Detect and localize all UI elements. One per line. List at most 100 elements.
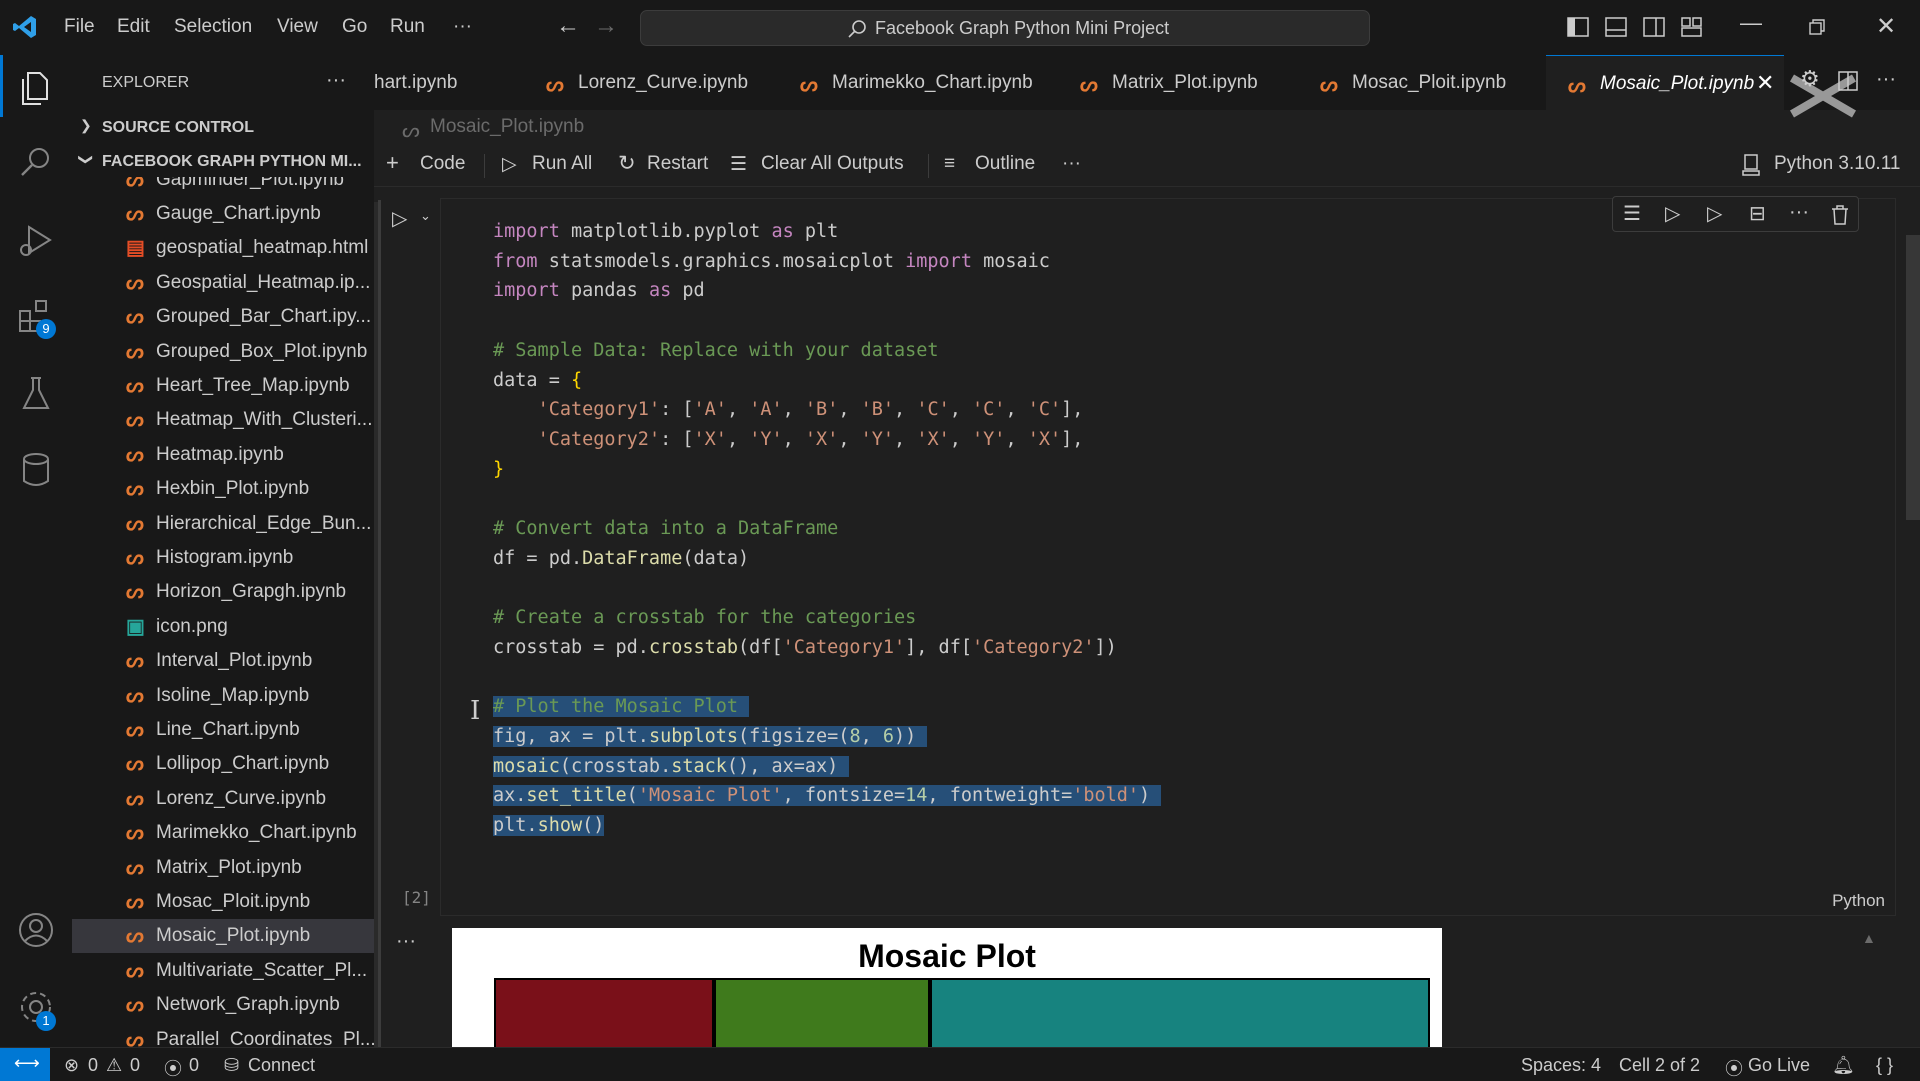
file-item[interactable]: ᔕ Heatmap_With_Clusteri... bbox=[72, 403, 374, 437]
code-editor[interactable]: import matplotlib.pyplot as plt from sta… bbox=[493, 217, 1162, 841]
project-folder-section[interactable]: FACEBOOK GRAPH PYTHON MI... bbox=[102, 153, 362, 171]
file-item[interactable]: ᔕ Grouped_Box_Plot.ipynb bbox=[72, 335, 374, 369]
back-arrow-icon[interactable]: ← bbox=[556, 12, 580, 40]
chevron-right-icon[interactable]: ❯ bbox=[80, 117, 92, 134]
split-editor-icon[interactable] bbox=[1838, 71, 1858, 91]
execute-above-icon[interactable]: ▷ bbox=[1665, 201, 1680, 226]
editor-tab[interactable]: ᔕ Matrix_Plot.ipynb bbox=[1058, 55, 1298, 110]
file-item[interactable]: ᔕ Marimekko_Chart.ipynb bbox=[72, 816, 374, 850]
editor-scrollbar[interactable] bbox=[1906, 235, 1920, 520]
cell-more-icon[interactable]: ··· bbox=[1789, 201, 1809, 224]
chevron-down-icon[interactable]: ❯ bbox=[77, 154, 94, 166]
search-icon[interactable] bbox=[14, 140, 58, 184]
feedback-icon[interactable]: { } bbox=[1876, 1055, 1893, 1076]
file-item[interactable]: ᔕ Network_Graph.ipynb bbox=[72, 988, 374, 1022]
file-item[interactable]: ᔕ Grouped_Bar_Chart.ipy... bbox=[72, 300, 374, 334]
file-item[interactable]: ᔕ Multivariate_Scatter_Pl... bbox=[72, 954, 374, 988]
editor-tab[interactable]: ᔕ Mosac_Ploit.ipynb bbox=[1298, 55, 1578, 110]
split-cell-icon[interactable]: ⊟ bbox=[1749, 201, 1766, 226]
editor-tab[interactable]: hart.ipynb bbox=[374, 55, 524, 110]
clear-all-outputs-button[interactable]: Clear All Outputs bbox=[761, 153, 904, 175]
toggle-panel-icon[interactable] bbox=[1605, 17, 1627, 37]
restore-icon[interactable] bbox=[1809, 19, 1825, 35]
restart-button[interactable]: Restart bbox=[647, 153, 708, 175]
customize-layout-icon[interactable] bbox=[1681, 17, 1703, 37]
toggle-secondary-sidebar-icon[interactable] bbox=[1643, 17, 1665, 37]
forward-arrow-icon[interactable]: → bbox=[594, 12, 618, 40]
file-item[interactable]: ᔕ Hexbin_Plot.ipynb bbox=[72, 472, 374, 506]
account-icon[interactable] bbox=[14, 908, 58, 952]
explorer-more-button[interactable]: ··· bbox=[326, 69, 346, 92]
explorer-icon[interactable] bbox=[14, 65, 58, 109]
menu-selection[interactable]: Selection bbox=[174, 16, 252, 38]
run-cell-button[interactable]: ▷ bbox=[392, 206, 407, 231]
close-tab-icon[interactable]: ✕ bbox=[1756, 70, 1774, 96]
file-item[interactable]: ▤ geospatial_heatmap.html bbox=[72, 231, 374, 265]
file-item[interactable]: ᔕ Heatmap.ipynb bbox=[72, 438, 374, 472]
notebook-toolbar: + Code ▷ Run All ↻ Restart ☰ Clear All O… bbox=[374, 148, 1920, 182]
toggle-primary-sidebar-icon[interactable] bbox=[1567, 17, 1589, 37]
connect-button[interactable]: Connect bbox=[248, 1055, 315, 1076]
error-count[interactable]: 0 bbox=[88, 1055, 98, 1076]
file-item[interactable]: ᔕ Interval_Plot.ipynb bbox=[72, 644, 374, 678]
file-item[interactable]: ᔕ Lorenz_Curve.ipynb bbox=[72, 782, 374, 816]
settings-gear-icon[interactable]: ⚙ bbox=[1800, 66, 1820, 92]
scroll-up-icon[interactable]: ▲ bbox=[1862, 930, 1876, 946]
run-all-button[interactable]: Run All bbox=[532, 153, 592, 175]
editor-tab[interactable]: ᔕ Marimekko_Chart.ipynb bbox=[778, 55, 1058, 110]
file-item[interactable]: ᔕ Histogram.ipynb bbox=[72, 541, 374, 575]
code-line: } bbox=[493, 458, 505, 480]
file-item[interactable]: ᔕ Line_Chart.ipynb bbox=[72, 713, 374, 747]
run-above-icon[interactable]: ☰ bbox=[1623, 201, 1641, 226]
title-bar: File Edit Selection View Go Run ··· ← → … bbox=[0, 0, 1920, 55]
run-and-debug-icon[interactable] bbox=[14, 218, 58, 262]
testing-icon[interactable] bbox=[14, 372, 58, 416]
file-item[interactable]: ᔕ Parallel_Coordinates_Pl... bbox=[72, 1023, 374, 1047]
file-item[interactable]: ᔕ Horizon_Grapgh.ipynb bbox=[72, 575, 374, 609]
file-item[interactable]: ᔕ Lollipop_Chart.ipynb bbox=[72, 747, 374, 781]
cell-position-status[interactable]: Cell 2 of 2 bbox=[1619, 1055, 1700, 1076]
ports-count[interactable]: 0 bbox=[189, 1055, 199, 1076]
breadcrumb[interactable]: Mosaic_Plot.ipynb bbox=[430, 116, 584, 138]
warning-count[interactable]: 0 bbox=[130, 1055, 140, 1076]
editor-more-icon[interactable]: ··· bbox=[1876, 68, 1896, 91]
delete-cell-icon[interactable] bbox=[1831, 205, 1849, 225]
file-item[interactable]: ᔕ Isoline_Map.ipynb bbox=[72, 679, 374, 713]
indentation-status[interactable]: Spaces: 4 bbox=[1521, 1055, 1601, 1076]
menu-run[interactable]: Run bbox=[390, 16, 425, 38]
notifications-bell-icon[interactable]: 🔔︎ bbox=[1832, 1055, 1855, 1076]
menu-view[interactable]: View bbox=[277, 16, 318, 38]
database-icon[interactable] bbox=[14, 448, 58, 492]
minimize-icon[interactable]: — bbox=[1740, 10, 1762, 36]
file-item[interactable]: ᔕ Gauge_Chart.ipynb bbox=[72, 197, 374, 231]
output-more-button[interactable]: ··· bbox=[396, 930, 416, 953]
go-live-button[interactable]: Go Live bbox=[1748, 1055, 1810, 1076]
command-search-box[interactable]: Facebook Graph Python Mini Project bbox=[640, 10, 1370, 46]
code-cell[interactable]: import matplotlib.pyplot as plt from sta… bbox=[440, 198, 1896, 916]
file-item[interactable]: ᔕ Heart_Tree_Map.ipynb bbox=[72, 369, 374, 403]
editor-tab[interactable]: ᔕ Mosaic_Plot.ipynb ✕ bbox=[1546, 55, 1784, 111]
file-item-partial[interactable]: ᔕ Gapminder_Plot.ipynb bbox=[72, 177, 374, 197]
file-item[interactable]: ▣ icon.png bbox=[72, 610, 374, 644]
file-item[interactable]: ᔕ Geospatial_Heatmap.ip... bbox=[72, 266, 374, 300]
menu-edit[interactable]: Edit bbox=[117, 16, 150, 38]
remote-indicator[interactable]: ⟷ bbox=[0, 1048, 50, 1081]
outline-button[interactable]: Outline bbox=[975, 153, 1035, 175]
execute-below-icon[interactable]: ▷ bbox=[1707, 201, 1722, 226]
add-code-cell-button[interactable]: Code bbox=[420, 153, 465, 175]
chevron-down-icon[interactable]: ⌄ bbox=[420, 208, 431, 224]
file-item[interactable]: ᔕ Matrix_Plot.ipynb bbox=[72, 851, 374, 885]
source-control-section[interactable]: SOURCE CONTROL bbox=[102, 119, 254, 137]
cell-language-label[interactable]: Python bbox=[1832, 891, 1885, 911]
file-item[interactable]: ᔕ Hierarchical_Edge_Bun... bbox=[72, 507, 374, 541]
menu-more[interactable]: ··· bbox=[453, 16, 472, 38]
close-window-icon[interactable]: ✕ bbox=[1876, 12, 1896, 41]
file-item[interactable]: ᔕ Mosac_Ploit.ipynb bbox=[72, 885, 374, 919]
menu-go[interactable]: Go bbox=[342, 16, 367, 38]
menu-file[interactable]: File bbox=[64, 16, 95, 38]
kernel-selector[interactable]: Python 3.10.11 bbox=[1774, 153, 1900, 175]
toolbar-more-button[interactable]: ··· bbox=[1062, 153, 1081, 175]
kernel-icon bbox=[1742, 154, 1760, 176]
editor-tab[interactable]: ᔕ Lorenz_Curve.ipynb bbox=[524, 55, 778, 110]
file-item[interactable]: ᔕ Mosaic_Plot.ipynb bbox=[72, 919, 374, 954]
